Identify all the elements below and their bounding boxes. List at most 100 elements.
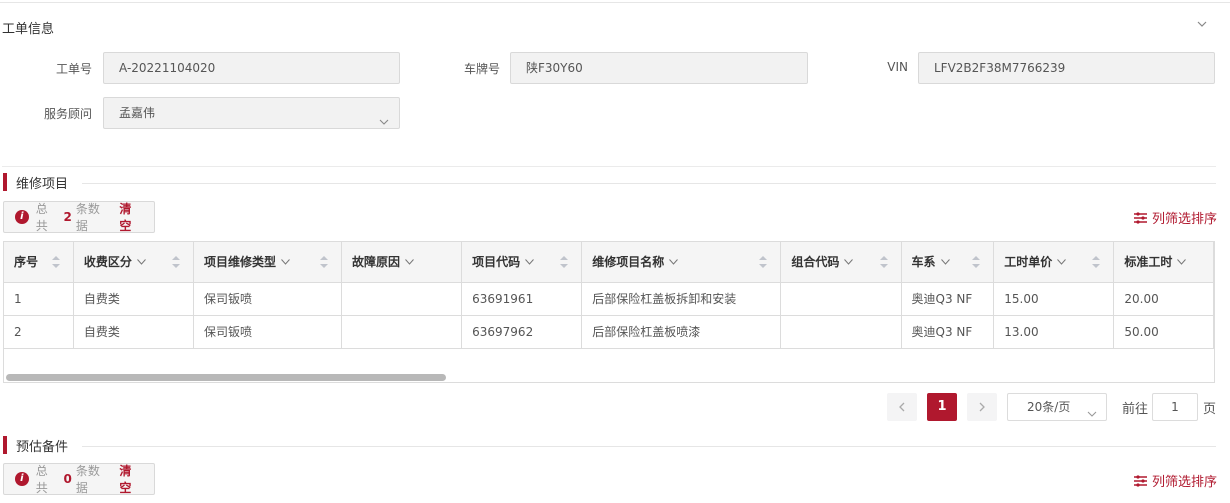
column-header[interactable]: 工时单价 <box>993 242 1115 283</box>
table-cell: 1 <box>4 282 74 316</box>
column-header-label: 组合代码 <box>791 255 840 270</box>
sort-icon[interactable] <box>971 255 981 269</box>
sort-icon[interactable] <box>758 255 768 269</box>
column-header[interactable]: 组合代码 <box>780 242 902 283</box>
chevron-down-icon[interactable] <box>281 258 290 265</box>
summary-suffix: 条数据 <box>75 202 100 233</box>
chevron-left-icon <box>899 402 905 412</box>
table-cell: 奥迪Q3 NF <box>901 315 995 349</box>
repair-items-header: 维修项目 <box>3 173 69 192</box>
column-header-label: 工时单价 <box>1004 255 1053 270</box>
table-cell <box>341 282 463 316</box>
column-header[interactable]: 车系 <box>901 242 995 283</box>
column-header[interactable]: 故障原因 <box>341 242 463 283</box>
group-line <box>82 183 1216 184</box>
column-header-label: 序号 <box>14 255 39 270</box>
column-header-label: 收费区分 <box>83 255 132 270</box>
vin-field[interactable]: LFV2B2F38M7766239 <box>918 52 1215 84</box>
goto-label: 前往 <box>1122 402 1149 417</box>
chevron-down-icon[interactable] <box>1057 258 1067 265</box>
collapse-chevron-icon[interactable] <box>1196 18 1208 30</box>
section-divider <box>2 166 1216 167</box>
advisor-value: 孟嘉伟 <box>119 106 156 120</box>
clear-button[interactable]: 清空 <box>119 200 143 234</box>
goto-page-input[interactable]: 1 <box>1152 393 1198 421</box>
page-number-button[interactable]: 1 <box>927 393 957 421</box>
column-sort-button[interactable]: 列筛选排序 <box>1133 471 1217 490</box>
sort-icon[interactable] <box>559 255 569 269</box>
chevron-down-icon[interactable] <box>1177 258 1187 265</box>
prev-page-button[interactable] <box>887 393 917 421</box>
table-cell: 保司钣喷 <box>193 315 343 349</box>
summary-prefix: 总共 <box>35 464 48 495</box>
table-row[interactable]: 2 自费类 保司钣喷 63697962 后部保险杠盖板喷漆 奥迪Q3 NF 13.00 50.… <box>4 315 1214 349</box>
spare-parts-header: 预估备件 <box>3 436 68 455</box>
column-sort-label: 列筛选排序 <box>1151 212 1217 227</box>
info-icon: i <box>15 210 29 224</box>
clear-button[interactable]: 清空 <box>119 462 143 496</box>
column-header[interactable]: 收费区分 <box>73 242 195 283</box>
column-header-label: 故障原因 <box>352 255 401 270</box>
chevron-right-icon <box>979 402 985 412</box>
advisor-select[interactable]: 孟嘉伟 <box>103 97 400 129</box>
sort-icon[interactable] <box>171 255 181 269</box>
column-header-label: 项目维修类型 <box>204 255 277 270</box>
table-cell: 保司钣喷 <box>193 282 343 316</box>
order-no-field[interactable]: A-20221104020 <box>103 52 400 84</box>
chevron-down-icon[interactable] <box>940 258 950 265</box>
chevron-down-icon[interactable] <box>669 258 679 265</box>
sort-icon[interactable] <box>51 255 61 269</box>
repair-items-summary: i 总共 2 条数据 清空 <box>3 201 155 233</box>
next-page-button[interactable] <box>967 393 997 421</box>
sort-icon[interactable] <box>1091 255 1101 269</box>
sort-icon[interactable] <box>319 255 329 269</box>
table-cell <box>341 315 463 349</box>
sort-icon[interactable] <box>879 255 889 269</box>
summary-prefix: 总共 <box>35 202 48 233</box>
summary-count: 2 <box>63 210 72 224</box>
table-cell: 后部保险杠盖板喷漆 <box>581 315 782 349</box>
table-cell: 后部保险杠盖板拆卸和安装 <box>581 282 782 316</box>
page-size-value: 20条/页 <box>1027 400 1071 414</box>
table-cell: 13.00 <box>993 315 1115 349</box>
table-cell: 50.00 <box>1113 315 1214 349</box>
plate-label: 车牌号 <box>463 62 500 76</box>
chevron-down-icon[interactable] <box>405 258 414 265</box>
table-cell: 63691961 <box>461 282 583 316</box>
summary-suffix: 条数据 <box>75 464 100 495</box>
table-cell: 自费类 <box>73 282 195 316</box>
vin-label: VIN <box>887 60 908 74</box>
column-header[interactable]: 项目维修类型 <box>193 242 343 283</box>
work-order-section-title: 工单信息 <box>2 22 55 37</box>
table-cell: 2 <box>4 315 74 349</box>
column-header[interactable]: 项目代码 <box>461 242 583 283</box>
table-cell <box>780 315 902 349</box>
filter-list-icon <box>1133 211 1147 224</box>
info-icon: i <box>15 472 29 486</box>
summary-count: 0 <box>63 472 72 486</box>
chevron-down-icon <box>1087 402 1097 417</box>
column-header[interactable]: 维修项目名称 <box>581 242 782 283</box>
plate-field[interactable]: 陕F30Y60 <box>510 52 808 84</box>
chevron-down-icon[interactable] <box>525 258 535 265</box>
table-cell: 20.00 <box>1113 282 1214 316</box>
column-header-label: 维修项目名称 <box>592 255 665 270</box>
horizontal-scrollbar[interactable] <box>6 374 446 381</box>
order-no-label: 工单号 <box>55 62 92 76</box>
accent-bar <box>3 173 7 191</box>
table-row[interactable]: 1 自费类 保司钣喷 63691961 后部保险杠盖板拆卸和安装 奥迪Q3 NF 15.00… <box>4 282 1214 316</box>
chevron-down-icon[interactable] <box>137 258 146 265</box>
column-header-label: 项目代码 <box>472 255 521 270</box>
page-size-select[interactable]: 20条/页 <box>1007 393 1107 421</box>
table-cell: 奥迪Q3 NF <box>901 282 995 316</box>
column-header[interactable]: 序号 <box>4 242 74 283</box>
table-header-row: 序号 收费区分 项目维修类型 故障原因 项目代码 维修项目名称 组合代码 车系 工时单价 标准工时 <box>4 242 1214 283</box>
table-cell <box>780 282 902 316</box>
column-header-label: 车系 <box>911 255 936 270</box>
accent-bar <box>3 436 7 454</box>
column-sort-button[interactable]: 列筛选排序 <box>1133 208 1217 227</box>
advisor-label: 服务顾问 <box>43 107 92 121</box>
repair-items-title: 维修项目 <box>16 176 69 192</box>
column-header[interactable]: 标准工时 <box>1113 242 1214 283</box>
chevron-down-icon[interactable] <box>844 258 854 265</box>
